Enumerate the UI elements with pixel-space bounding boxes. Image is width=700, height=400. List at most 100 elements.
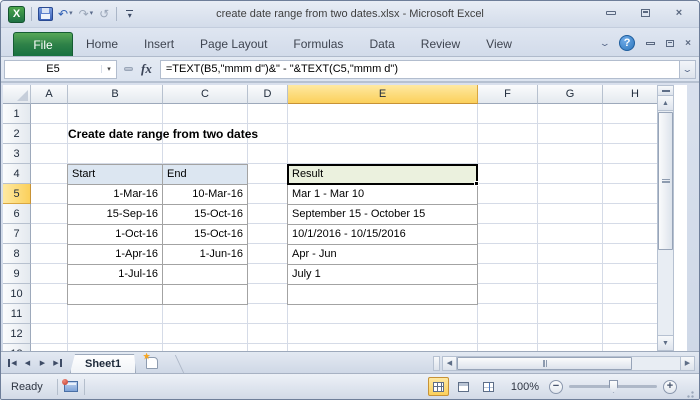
workbook-close-button[interactable]: × <box>685 38 691 49</box>
first-sheet-button[interactable]: ◀ <box>6 356 19 369</box>
tab-insert[interactable]: Insert <box>131 32 187 56</box>
row-header-6[interactable]: 6 <box>3 204 31 224</box>
cell-C9[interactable] <box>163 265 248 285</box>
column-header-C[interactable]: C <box>163 85 248 104</box>
row-header-10[interactable]: 10 <box>3 284 31 304</box>
row-header-11[interactable]: 11 <box>3 304 31 324</box>
row-header-13[interactable]: 13 <box>3 344 31 351</box>
cell-E10[interactable] <box>288 285 478 305</box>
insert-function-icon[interactable]: fx <box>139 61 160 77</box>
column-header-D[interactable]: D <box>248 85 288 104</box>
cell-E6[interactable]: September 15 - October 15 <box>288 205 478 225</box>
cell-E9[interactable]: July 1 <box>288 265 478 285</box>
next-sheet-button[interactable]: ▶ <box>36 356 49 369</box>
horizontal-scrollbar[interactable]: ◀ ▶ <box>433 355 695 371</box>
cell-C7[interactable]: 15-Oct-16 <box>163 225 248 245</box>
vertical-scroll-thumb[interactable] <box>658 112 673 250</box>
cell-E8[interactable]: Apr - Jun <box>288 245 478 265</box>
formula-bar-splitter[interactable] <box>117 60 139 79</box>
row-header-7[interactable]: 7 <box>3 224 31 244</box>
cell-B4[interactable]: Start <box>68 165 163 185</box>
resize-grip[interactable] <box>683 387 695 399</box>
close-button[interactable]: × <box>667 5 691 20</box>
tab-file[interactable]: File <box>13 32 73 56</box>
split-handle[interactable] <box>658 86 673 96</box>
horizontal-scroll-track[interactable] <box>457 356 680 371</box>
save-icon[interactable] <box>38 7 53 21</box>
sheet-tab-sheet1[interactable]: Sheet1 <box>70 354 136 373</box>
scroll-right-icon[interactable]: ▶ <box>680 356 695 371</box>
cell-E5[interactable]: Mar 1 - Mar 10 <box>288 185 478 205</box>
record-macro-button[interactable] <box>58 378 84 396</box>
zoom-slider-track[interactable] <box>569 385 657 388</box>
workbook-restore-button[interactable] <box>666 40 674 47</box>
undo-button[interactable]: ↶▾ <box>57 7 74 21</box>
zoom-level[interactable]: 100% <box>503 381 545 393</box>
cell-C10[interactable] <box>163 285 248 305</box>
column-header-A[interactable]: A <box>31 85 68 104</box>
cell-E7[interactable]: 10/1/2016 - 10/15/2016 <box>288 225 478 245</box>
cell-C4[interactable]: End <box>163 165 248 185</box>
row-header-5[interactable]: 5 <box>3 184 31 204</box>
select-all-corner[interactable] <box>3 85 31 104</box>
cell-B7[interactable]: 1-Oct-16 <box>68 225 163 245</box>
insert-worksheet-button[interactable] <box>142 355 164 371</box>
row-header-1[interactable]: 1 <box>3 104 31 124</box>
page-break-preview-button[interactable] <box>478 377 499 396</box>
tab-formulas[interactable]: Formulas <box>280 32 356 56</box>
split-handle[interactable] <box>433 356 440 371</box>
minimize-button[interactable] <box>599 5 623 20</box>
tab-view[interactable]: View <box>473 32 525 56</box>
workbook-minimize-button[interactable] <box>646 42 655 45</box>
row-header-12[interactable]: 12 <box>3 324 31 344</box>
column-header-G[interactable]: G <box>538 85 603 104</box>
help-button[interactable]: ? <box>619 35 635 51</box>
scroll-down-icon[interactable]: ▼ <box>658 335 673 350</box>
row-header-8[interactable]: 8 <box>3 244 31 264</box>
page-layout-view-button[interactable] <box>453 377 474 396</box>
cell-B6[interactable]: 15-Sep-16 <box>68 205 163 225</box>
cell-B5[interactable]: 1-Mar-16 <box>68 185 163 205</box>
cell-C8[interactable]: 1-Jun-16 <box>163 245 248 265</box>
cells-canvas[interactable]: Create date range from two dates Start E… <box>31 104 668 351</box>
column-header-F[interactable]: F <box>478 85 538 104</box>
restore-button[interactable] <box>633 5 657 20</box>
row-header-3[interactable]: 3 <box>3 144 31 164</box>
row-header-9[interactable]: 9 <box>3 264 31 284</box>
formula-input[interactable]: =TEXT(B5,"mmm d")&" - "&TEXT(C5,"mmm d") <box>160 60 679 79</box>
name-box[interactable]: E5 ▾ <box>4 60 117 79</box>
scroll-up-icon[interactable]: ▲ <box>658 96 673 111</box>
column-header-E[interactable]: E <box>288 85 478 104</box>
excel-window: X ↶▾ ↷▾ ↺ ▾ create date range from two d… <box>0 0 700 400</box>
worksheet-area: A B C D E F G H 1 2 3 4 5 6 7 8 9 10 11 … <box>3 85 687 351</box>
redo-button[interactable]: ↷▾ <box>78 7 95 21</box>
cell-E4[interactable]: Result <box>288 165 478 185</box>
cell-C6[interactable]: 15-Oct-16 <box>163 205 248 225</box>
previous-sheet-button[interactable]: ◀ <box>21 356 34 369</box>
cell-B8[interactable]: 1-Apr-16 <box>68 245 163 265</box>
vertical-scrollbar[interactable]: ▲ ▼ <box>657 85 674 351</box>
zoom-in-button[interactable]: + <box>663 380 677 394</box>
expand-formula-bar-button[interactable]: ⌄ <box>679 60 696 79</box>
collapse-ribbon-icon[interactable]: ⌄ <box>598 38 610 49</box>
customize-qat-button[interactable]: ▾ <box>123 10 136 18</box>
column-header-B[interactable]: B <box>68 85 163 104</box>
cell-B9[interactable]: 1-Jul-16 <box>68 265 163 285</box>
zoom-slider-thumb[interactable] <box>609 380 618 393</box>
zoom-out-button[interactable]: − <box>549 380 563 394</box>
cell-B10[interactable] <box>68 285 163 305</box>
tab-page-layout[interactable]: Page Layout <box>187 32 280 56</box>
scroll-left-icon[interactable]: ◀ <box>442 356 457 371</box>
row-header-2[interactable]: 2 <box>3 124 31 144</box>
cell-C5[interactable]: 10-Mar-16 <box>163 185 248 205</box>
row-header-4[interactable]: 4 <box>3 164 31 184</box>
tab-home[interactable]: Home <box>73 32 131 56</box>
tab-review[interactable]: Review <box>408 32 473 56</box>
horizontal-scroll-thumb[interactable] <box>457 357 632 370</box>
excel-logo-icon[interactable]: X <box>8 6 25 23</box>
tab-data[interactable]: Data <box>356 32 407 56</box>
normal-view-button[interactable] <box>428 377 449 396</box>
repeat-button[interactable]: ↺ <box>98 7 110 21</box>
last-sheet-button[interactable]: ▶ <box>51 356 64 369</box>
name-box-dropdown-icon[interactable]: ▾ <box>101 65 116 73</box>
